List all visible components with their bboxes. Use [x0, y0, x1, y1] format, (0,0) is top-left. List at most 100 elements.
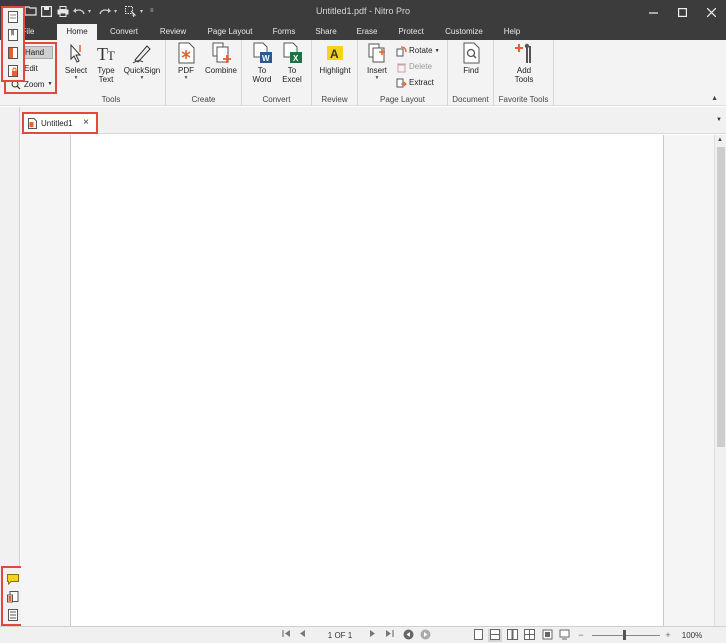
pages-panel-icon[interactable]	[6, 10, 20, 24]
ribbon-tab-bar: File Home Convert Review Page Layout For…	[0, 24, 726, 40]
pdf-button[interactable]: PDF ▼	[172, 42, 200, 81]
highlight-icon: A	[327, 46, 343, 61]
next-view-icon[interactable]	[419, 629, 431, 642]
group-favorite-tools: Add Tools Favorite Tools	[494, 40, 554, 106]
group-document: Find Document	[448, 40, 494, 106]
pdf-page[interactable]	[70, 135, 664, 626]
attachments-panel-icon[interactable]	[6, 46, 20, 60]
tab-review[interactable]: Review	[150, 24, 196, 40]
close-tab-icon[interactable]: ×	[83, 117, 89, 128]
quicksign-dropdown-icon: ▼	[139, 75, 145, 81]
find-button[interactable]: Find	[454, 42, 488, 75]
properties-panel-icon[interactable]	[6, 608, 20, 622]
combine-icon	[212, 42, 231, 63]
hand-label: Hand	[25, 48, 45, 57]
undo-icon[interactable]	[72, 4, 85, 18]
create-pdf-icon	[178, 42, 195, 64]
delete-label: Delete	[409, 62, 433, 71]
delete-button[interactable]: Delete	[396, 60, 432, 74]
select-tool-dropdown-icon[interactable]: ▾	[140, 8, 147, 15]
single-page-view-icon[interactable]	[472, 629, 484, 642]
save-icon[interactable]	[40, 4, 53, 18]
select-dropdown-icon: ▼	[73, 75, 79, 81]
edit-label: Edit	[24, 64, 38, 73]
tab-protect[interactable]: Protect	[388, 24, 434, 40]
scrollbar-thumb[interactable]	[717, 147, 725, 447]
previous-view-icon[interactable]	[402, 629, 414, 642]
customize-qat-icon[interactable]: ≡	[150, 8, 157, 14]
tab-customize[interactable]: Customize	[436, 24, 492, 40]
fit-page-icon[interactable]	[541, 629, 553, 642]
facing-continuous-view-icon[interactable]	[523, 629, 535, 642]
print-icon[interactable]	[56, 4, 69, 18]
document-canvas[interactable]	[21, 135, 714, 626]
zoom-level[interactable]: 100%	[678, 629, 706, 642]
tab-erase[interactable]: Erase	[348, 24, 386, 40]
tab-share[interactable]: Share	[306, 24, 346, 40]
extract-button[interactable]: Extract	[396, 76, 434, 90]
undo-dropdown-icon[interactable]: ▾	[88, 8, 95, 15]
zoom-label: Zoom	[24, 80, 45, 89]
previous-page-icon[interactable]	[296, 629, 308, 642]
first-page-icon[interactable]	[280, 629, 292, 642]
group-document-label: Document	[452, 95, 489, 104]
quicksign-label: QuickSign	[123, 66, 161, 75]
tab-forms[interactable]: Forms	[264, 24, 304, 40]
type-text-button[interactable]: T T Type Text	[93, 42, 119, 84]
select-label: Select	[64, 66, 88, 75]
tab-help[interactable]: Help	[494, 24, 530, 40]
fit-width-icon[interactable]	[558, 629, 570, 642]
combine-label: Combine	[204, 66, 237, 75]
rotate-dropdown-icon: ▼	[434, 48, 440, 54]
document-tab-strip: Untitled1 × ▼	[20, 107, 726, 134]
page-indicator[interactable]: 1 OF 1	[320, 629, 360, 642]
rotate-label: Rotate	[409, 46, 433, 55]
document-tab[interactable]: Untitled1 ×	[22, 112, 98, 134]
quicksign-button[interactable]: QuickSign ▼	[121, 42, 163, 81]
window-controls	[639, 0, 726, 24]
select-cursor-icon	[70, 43, 82, 63]
close-icon[interactable]	[697, 0, 726, 24]
group-page-layout-label: Page Layout	[380, 95, 425, 104]
vertical-scrollbar[interactable]: ▲	[714, 135, 726, 626]
select-button[interactable]: Select ▼	[61, 42, 91, 81]
facing-view-icon[interactable]	[506, 629, 518, 642]
tab-page-layout[interactable]: Page Layout	[198, 24, 262, 40]
svg-text:T: T	[107, 48, 115, 63]
zoom-slider-thumb[interactable]	[623, 630, 626, 640]
title-bar: ▾ ▾ ▾ ≡ Untitled1.pdf - Nitro Pro	[0, 0, 726, 24]
zoom-out-icon[interactable]: −	[576, 629, 586, 642]
add-tools-button[interactable]: Add Tools	[506, 42, 542, 84]
tab-list-dropdown-icon[interactable]: ▼	[716, 117, 722, 123]
bookmarks-panel-icon[interactable]	[6, 28, 20, 42]
insert-dropdown-icon: ▼	[374, 75, 380, 81]
find-icon	[463, 42, 480, 64]
redo-icon[interactable]	[98, 4, 111, 18]
last-page-icon[interactable]	[383, 629, 395, 642]
select-tool-icon[interactable]	[124, 4, 137, 18]
to-word-button[interactable]: W To Word	[248, 42, 276, 84]
group-page-layout: Insert ▼ Rotate ▼ Delete Extract Page La…	[358, 40, 448, 106]
redo-dropdown-icon[interactable]: ▾	[114, 8, 121, 15]
collapse-ribbon-icon[interactable]: ▲	[711, 95, 718, 102]
output-panel-icon[interactable]	[6, 590, 20, 604]
rotate-button[interactable]: Rotate ▼	[396, 44, 440, 58]
insert-button[interactable]: Insert ▼	[362, 42, 392, 81]
svg-text:X: X	[293, 54, 299, 63]
group-favorite-tools-label: Favorite Tools	[498, 95, 549, 104]
security-panel-icon[interactable]	[6, 64, 20, 78]
tab-home[interactable]: Home	[57, 24, 97, 40]
zoom-in-icon[interactable]: +	[663, 629, 673, 642]
scroll-up-icon[interactable]: ▲	[717, 137, 723, 143]
combine-button[interactable]: Combine	[202, 42, 240, 75]
minimize-icon[interactable]	[639, 0, 668, 24]
continuous-view-icon[interactable]	[488, 629, 502, 642]
next-page-icon[interactable]	[367, 629, 379, 642]
tab-convert[interactable]: Convert	[100, 24, 148, 40]
to-excel-button[interactable]: X To Excel	[278, 42, 306, 84]
comments-panel-icon[interactable]	[6, 572, 20, 586]
open-folder-icon[interactable]	[24, 4, 37, 18]
highlight-button[interactable]: A Highlight	[315, 42, 355, 75]
zoom-slider-track[interactable]	[592, 635, 660, 636]
maximize-icon[interactable]	[668, 0, 697, 24]
